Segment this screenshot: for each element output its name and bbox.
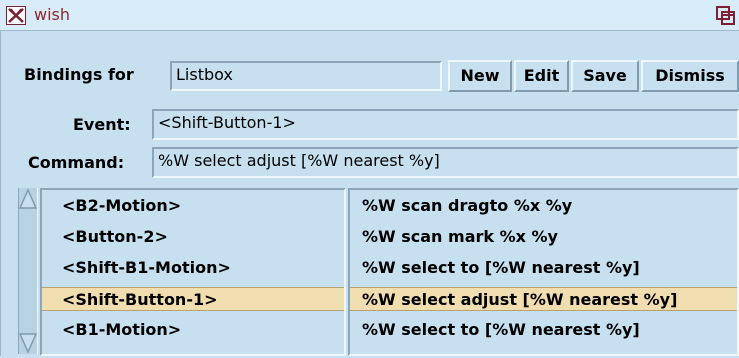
- scroll-up-arrow-icon[interactable]: [18, 188, 38, 210]
- scroll-down-arrow-icon[interactable]: [18, 332, 38, 354]
- command-label: Command:: [28, 153, 125, 172]
- window-title: wish: [34, 5, 71, 24]
- list-item[interactable]: %W select to [%W nearest %y]: [350, 256, 737, 280]
- window-titlebar[interactable]: [0, 0, 739, 31]
- listbox-scrollbar[interactable]: [18, 188, 38, 354]
- event-label: Event:: [73, 115, 131, 134]
- list-item[interactable]: <Button-2>: [42, 225, 344, 249]
- command-entry[interactable]: %W select adjust [%W nearest %y]: [152, 147, 739, 178]
- list-item-selected[interactable]: %W select adjust [%W nearest %y]: [350, 287, 737, 311]
- list-item[interactable]: <Shift-B1-Motion>: [42, 256, 344, 280]
- bindings-for-label: Bindings for: [24, 65, 134, 84]
- list-item[interactable]: %W scan dragto %x %y: [350, 194, 737, 218]
- list-item[interactable]: %W select to [%W nearest %y]: [350, 318, 737, 342]
- events-listbox[interactable]: <B2-Motion> <Button-2> <Shift-B1-Motion>…: [40, 188, 346, 356]
- dismiss-button[interactable]: Dismiss: [641, 60, 739, 92]
- list-item[interactable]: <B1-Motion>: [42, 318, 344, 342]
- app-icon[interactable]: [6, 6, 26, 25]
- list-item[interactable]: <B2-Motion>: [42, 194, 344, 218]
- save-button[interactable]: Save: [571, 60, 639, 92]
- list-item-selected[interactable]: <Shift-Button-1>: [42, 287, 344, 311]
- new-button[interactable]: New: [448, 60, 512, 92]
- list-item[interactable]: %W scan mark %x %y: [350, 225, 737, 249]
- edit-button[interactable]: Edit: [514, 60, 569, 92]
- maximize-icon[interactable]: [716, 6, 736, 25]
- event-entry[interactable]: <Shift-Button-1>: [152, 109, 739, 140]
- bindings-class-entry[interactable]: Listbox: [170, 61, 442, 91]
- commands-listbox[interactable]: %W scan dragto %x %y %W scan mark %x %y …: [348, 188, 739, 356]
